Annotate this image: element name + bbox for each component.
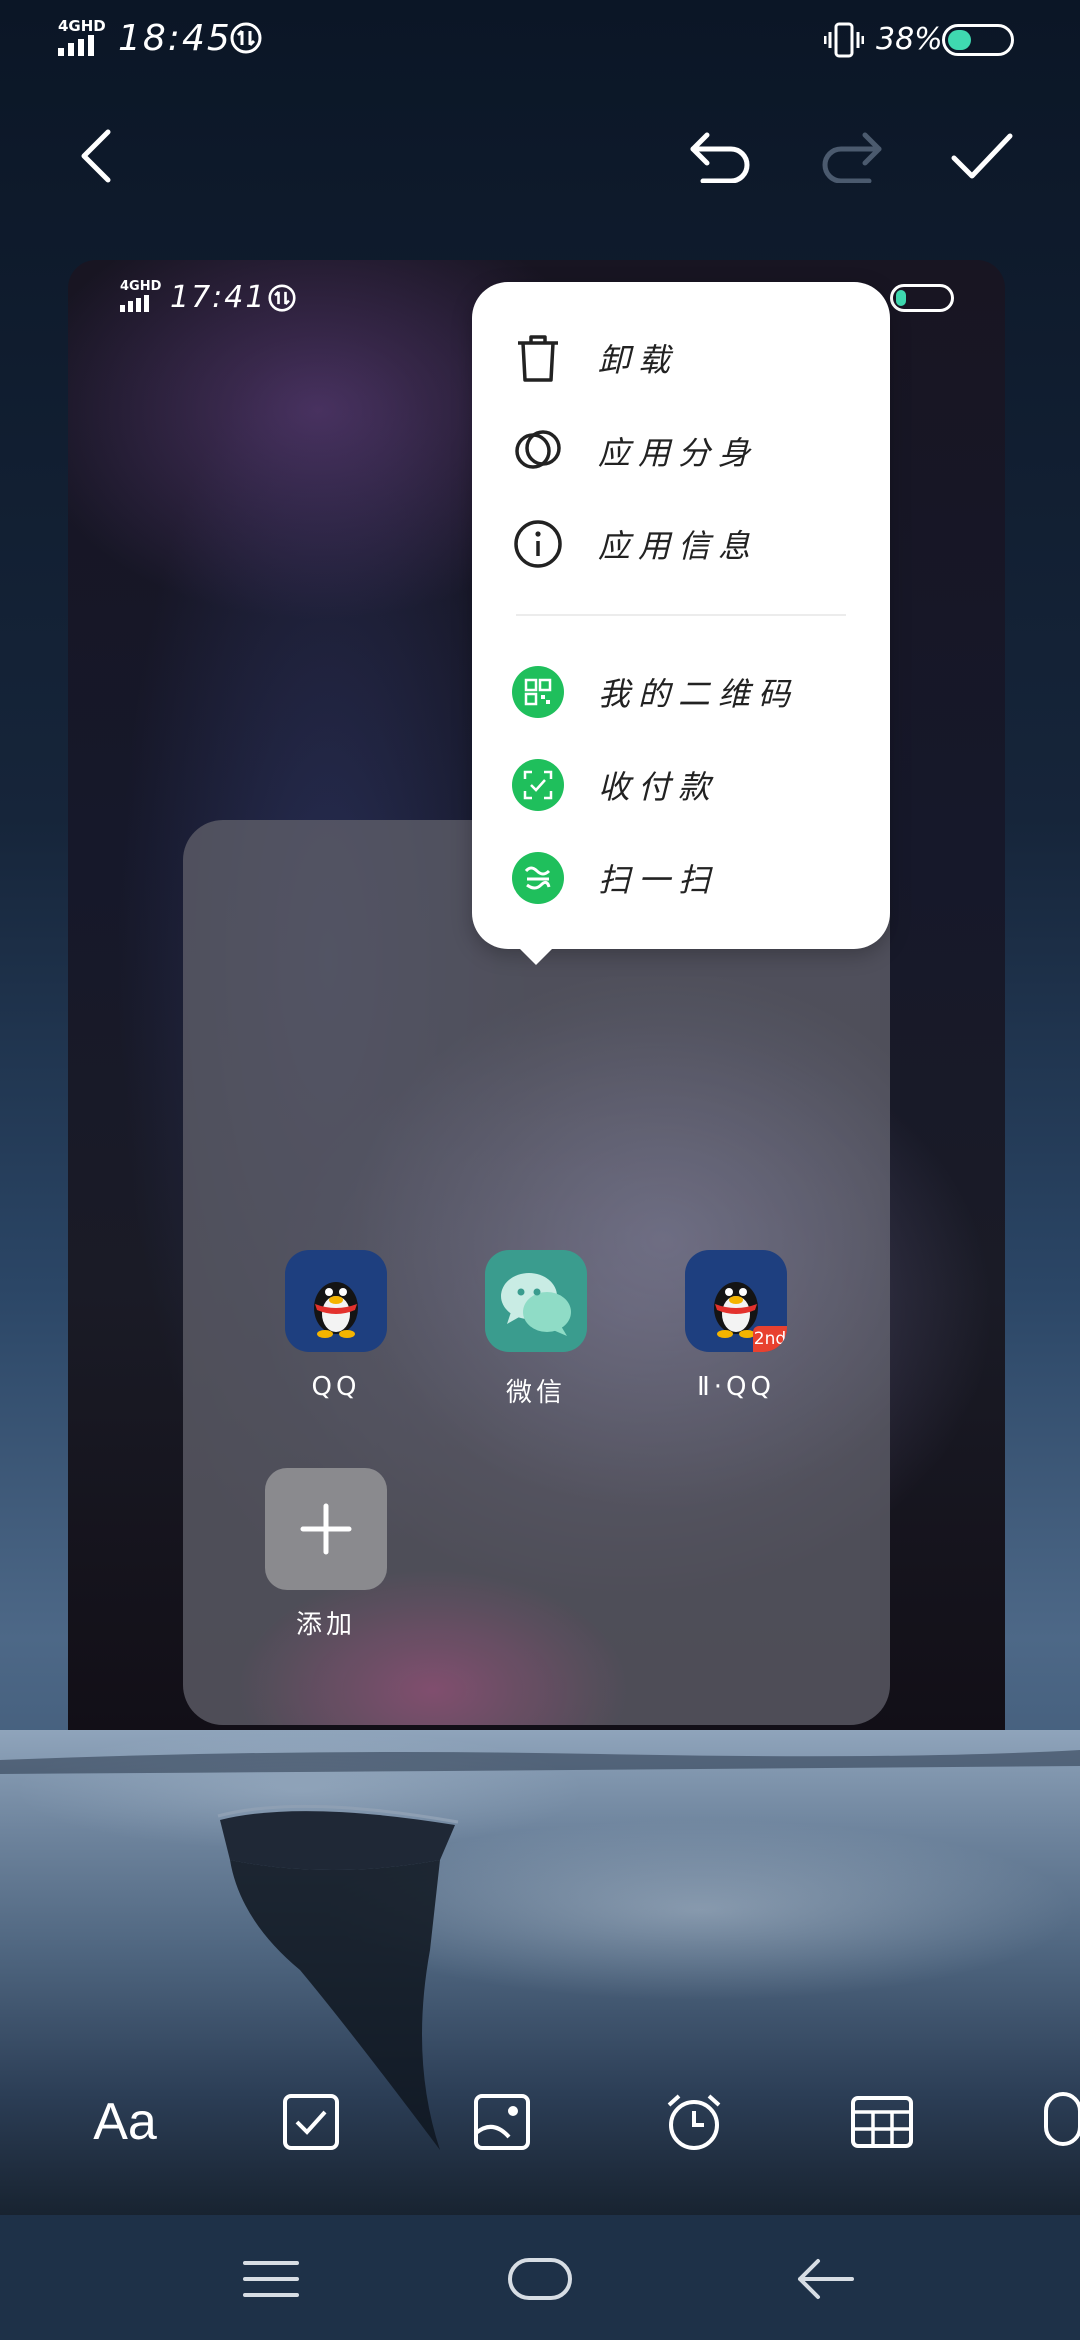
confirm-button[interactable]: [946, 120, 1018, 192]
signal-icon: 4GHD: [58, 18, 106, 56]
payment-icon: [512, 759, 564, 811]
popup-pointer: [520, 949, 552, 965]
nav-back-button[interactable]: [780, 2251, 870, 2307]
shortcut-scan[interactable]: 扫一扫: [512, 838, 872, 918]
app-wechat[interactable]: 微信: [436, 1250, 636, 1409]
data-transfer-icon: [230, 22, 262, 54]
clone-icon: [512, 425, 564, 477]
home-icon: [508, 2258, 572, 2300]
plus-icon: [265, 1468, 387, 1590]
inner-signal-icon: 4GHD: [120, 280, 161, 312]
inner-battery-level: [896, 290, 906, 306]
qq-penguin-icon: 2nd: [685, 1250, 787, 1352]
network-type: 4GHD: [58, 17, 106, 35]
menu-item-label: 卸载: [598, 341, 679, 379]
app-context-menu: 卸载 应用分身 应用信息 我的二维码 收付款 扫一扫: [472, 282, 890, 965]
inner-status-time: 17:41: [170, 280, 267, 315]
menu-item-label: 应用分身: [598, 434, 759, 472]
text-format-icon: Aa: [93, 2093, 157, 2151]
chevron-left-icon: [81, 129, 111, 183]
voice-input-button[interactable]: [1040, 2082, 1080, 2162]
shortcut-my-qrcode[interactable]: 我的二维码: [512, 652, 872, 732]
inner-network-type: 4GHD: [120, 279, 162, 294]
app-add[interactable]: 添加: [226, 1468, 426, 1641]
inner-data-transfer-icon: [268, 284, 296, 312]
undo-icon: [690, 132, 750, 183]
menu-item-app-info[interactable]: 应用信息: [512, 504, 872, 584]
vibrate-icon: [823, 22, 865, 62]
app-qq-clone[interactable]: 2nd Ⅱ·QQ: [636, 1250, 836, 1402]
status-bar: 4GHD 18:45 38%: [0, 0, 1080, 80]
scan-icon: [512, 852, 564, 904]
app-label: QQ: [311, 1372, 361, 1402]
shortcut-label: 我的二维码: [598, 675, 799, 713]
screenshot-preview[interactable]: 4GHD 17:41 QQ 微信 2nd Ⅱ·QQ 添加 卸载 应用分身 应用信…: [68, 260, 1005, 1730]
microphone-icon: [1044, 2092, 1080, 2146]
trash-icon: [512, 332, 564, 384]
navigation-bar: [0, 2215, 1080, 2340]
battery-icon: [942, 24, 1014, 56]
wechat-icon: [485, 1250, 587, 1352]
checklist-button[interactable]: [271, 2082, 351, 2162]
checkmark-icon: [951, 133, 1013, 179]
qrcode-icon: [512, 666, 564, 718]
menu-item-uninstall[interactable]: 卸载: [512, 318, 872, 398]
menu-divider: [516, 614, 846, 616]
menu-button[interactable]: [226, 2251, 316, 2307]
image-icon: [474, 2094, 530, 2150]
shortcut-payment[interactable]: 收付款: [512, 745, 872, 825]
menu-icon: [243, 2261, 299, 2297]
app-label: 添加: [295, 1610, 356, 1640]
app-qq[interactable]: QQ: [236, 1250, 436, 1402]
insert-image-button[interactable]: [462, 2082, 542, 2162]
back-button[interactable]: [60, 120, 132, 192]
info-icon: [512, 518, 564, 570]
home-button[interactable]: [495, 2251, 585, 2307]
checkbox-icon: [283, 2094, 339, 2150]
alarm-clock-icon: [667, 2094, 721, 2150]
shortcut-label: 扫一扫: [598, 861, 719, 899]
battery-percent: 38%: [876, 22, 943, 57]
status-time: 18:45: [118, 18, 232, 59]
app-label: 微信: [505, 1378, 566, 1408]
menu-item-app-clone[interactable]: 应用分身: [512, 411, 872, 491]
redo-button[interactable]: [816, 120, 888, 192]
qq-penguin-icon: [285, 1250, 387, 1352]
redo-icon: [822, 132, 882, 183]
shortcut-label: 收付款: [598, 768, 719, 806]
reminder-button[interactable]: [654, 2082, 734, 2162]
clone-badge: 2nd: [753, 1326, 787, 1352]
back-arrow-icon: [798, 2259, 854, 2299]
menu-item-label: 应用信息: [598, 527, 759, 565]
insert-table-button[interactable]: [842, 2082, 922, 2162]
undo-button[interactable]: [684, 120, 756, 192]
inner-battery-icon: [890, 284, 954, 312]
battery-level: [948, 30, 971, 50]
text-format-button[interactable]: Aa: [82, 2082, 168, 2162]
app-label: Ⅱ·QQ: [697, 1372, 775, 1402]
table-icon: [851, 2096, 913, 2148]
